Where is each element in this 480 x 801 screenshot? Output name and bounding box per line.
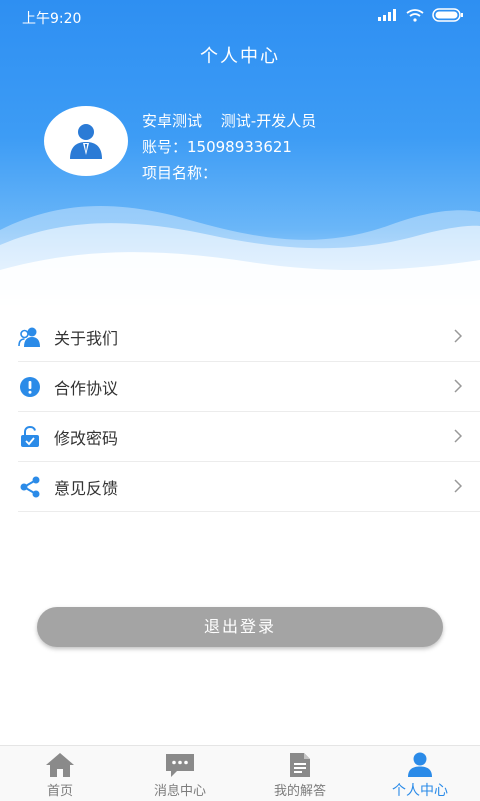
lock-icon	[18, 425, 42, 449]
tab-personal-center[interactable]: 个人中心	[360, 746, 480, 801]
profile-header: 上午9:20 个人中心 安卓测试 测试-开发人员 账号：15098933621 …	[0, 0, 480, 305]
tab-label: 消息中心	[153, 784, 206, 799]
chevron-right-icon	[454, 379, 462, 393]
logout-button[interactable]: 退出登录	[37, 607, 443, 647]
chevron-right-icon	[454, 329, 462, 343]
user-role: 测试-开发人员	[220, 112, 317, 130]
tab-my-answers[interactable]: 我的解答	[240, 746, 360, 801]
tab-label: 我的解答	[273, 784, 326, 799]
status-bar: 上午9:20	[0, 0, 480, 34]
menu-item-change-password[interactable]: 修改密码	[18, 412, 480, 462]
user-project: 项目名称：	[142, 164, 218, 182]
wave-decoration	[0, 206, 480, 305]
menu-item-label: 合作协议	[54, 378, 119, 398]
page-title: 个人中心	[200, 46, 280, 67]
avatar[interactable]	[44, 106, 128, 176]
menu-item-about-us[interactable]: 关于我们	[18, 312, 480, 362]
chevron-right-icon	[454, 479, 462, 493]
tab-label: 首页	[46, 784, 73, 799]
menu-item-cooperation-agreement[interactable]: 合作协议	[18, 362, 480, 412]
exclamation-icon	[18, 375, 42, 399]
tab-label: 个人中心	[392, 783, 448, 799]
battery-icon	[432, 8, 463, 22]
tab-home[interactable]: 首页	[0, 746, 120, 801]
status-time: 上午9:20	[22, 11, 82, 27]
menu-item-label: 修改密码	[54, 428, 119, 448]
user-name: 安卓测试	[142, 112, 203, 130]
home-icon	[45, 752, 75, 778]
person-icon	[406, 752, 434, 778]
tab-message-center[interactable]: 消息中心	[120, 746, 240, 801]
profile-info: 安卓测试 测试-开发人员 账号：15098933621 项目名称：	[142, 108, 316, 186]
chevron-right-icon	[454, 429, 462, 443]
user-avatar-icon	[70, 124, 102, 159]
menu-item-label: 意见反馈	[54, 478, 119, 498]
wifi-icon	[406, 8, 424, 22]
user-account: 账号：15098933621	[142, 138, 292, 156]
share-icon	[18, 475, 42, 499]
settings-menu: 关于我们 合作协议 修改密码 意见反馈	[18, 312, 480, 512]
menu-item-label: 关于我们	[54, 328, 119, 348]
users-icon	[18, 325, 42, 349]
menu-item-feedback[interactable]: 意见反馈	[18, 462, 480, 512]
message-icon	[165, 752, 195, 778]
document-icon	[288, 752, 312, 778]
bottom-tab-bar: 首页 消息中心 我的解答 个人中心	[0, 745, 480, 801]
signal-icon	[378, 9, 396, 21]
